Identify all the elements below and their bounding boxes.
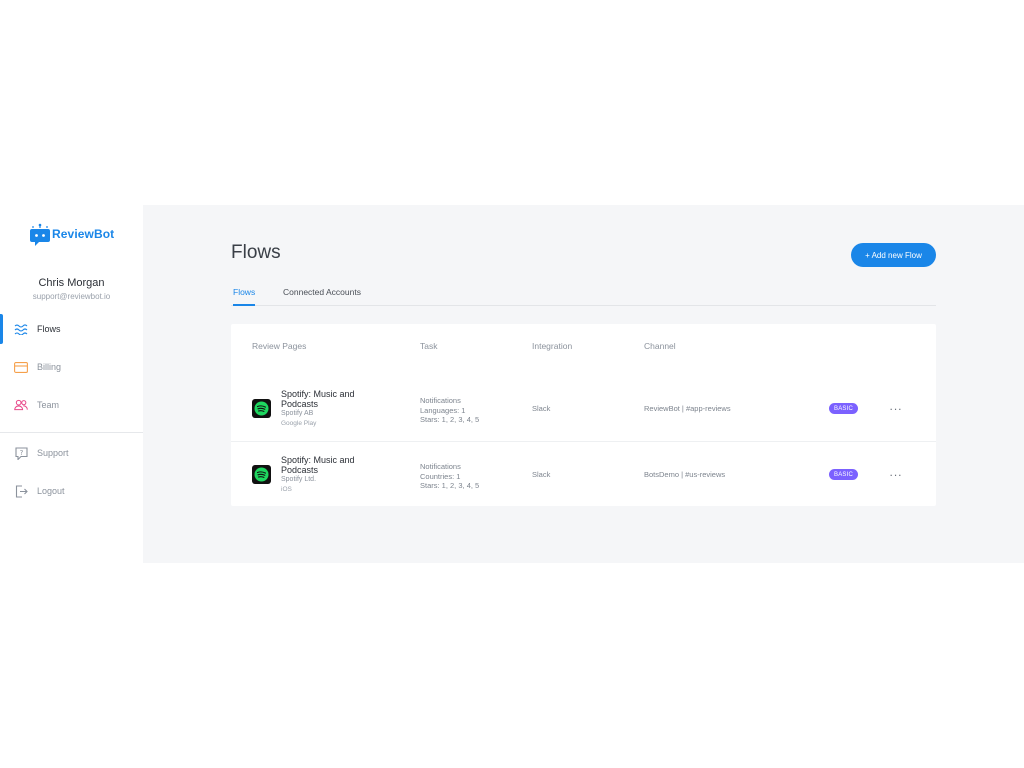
sidebar-item-label: Team: [37, 400, 60, 410]
task-stars: Stars: 1, 2, 3, 4, 5: [420, 481, 480, 490]
flows-icon: [14, 322, 28, 336]
page-title: Flows: [231, 242, 281, 263]
sidebar-item-label: Logout: [37, 486, 65, 496]
sidebar-item-support[interactable]: ? Support: [0, 438, 143, 468]
more-options-button[interactable]: ...: [887, 400, 905, 416]
task-type: Notifications: [420, 462, 461, 471]
plan-badge: BASIC: [829, 469, 859, 480]
team-icon: [14, 398, 28, 412]
logo[interactable]: ReviewBot: [30, 223, 115, 246]
app-store: Google Play: [281, 420, 317, 427]
sidebar-divider: [0, 432, 143, 433]
app-name: Spotify: Music and Podcasts: [281, 455, 355, 475]
integration: Slack: [532, 404, 551, 413]
task-details: Notifications Languages: 1 Stars: 1, 2, …: [420, 396, 479, 425]
column-header-integration: Integration: [532, 341, 573, 351]
app-developer: Spotify AB: [281, 410, 314, 417]
tab-connected-accounts[interactable]: Connected Accounts: [283, 287, 361, 306]
user-profile: Chris Morgan support@reviewbot.io: [0, 277, 143, 301]
user-name: Chris Morgan: [38, 277, 105, 289]
user-email: support@reviewbot.io: [32, 292, 111, 301]
logout-icon: [14, 484, 28, 498]
task-details: Notifications Countries: 1 Stars: 1, 2, …: [420, 462, 479, 491]
sidebar-item-team[interactable]: Team: [0, 390, 143, 420]
plan-badge: BASIC: [829, 403, 859, 414]
task-stars: Stars: 1, 2, 3, 4, 5: [420, 415, 480, 424]
reviewbot-logo-icon: [30, 223, 50, 246]
sidebar-item-logout[interactable]: Logout: [0, 476, 143, 506]
integration: Slack: [532, 470, 551, 479]
column-header-review-pages: Review Pages: [252, 341, 307, 351]
more-options-button[interactable]: ...: [887, 466, 905, 482]
column-header-channel: Channel: [644, 341, 676, 351]
app-developer: Spotify Ltd.: [281, 476, 317, 483]
app-name: Spotify: Music and Podcasts: [281, 389, 355, 409]
card-icon: [14, 360, 28, 374]
app-window: ReviewBot Chris Morgan support@reviewbot…: [0, 205, 1024, 563]
table-row[interactable]: Spotify: Music and Podcasts Spotify AB G…: [231, 376, 936, 441]
channel: BotsDemo | #us-reviews: [644, 470, 726, 479]
sidebar-item-billing[interactable]: Billing: [0, 352, 143, 382]
table-row[interactable]: Spotify: Music and Podcasts Spotify Ltd.…: [231, 441, 936, 506]
add-new-flow-button[interactable]: + Add new Flow: [851, 243, 936, 267]
main-content: Flows + Add new Flow Flows Connected Acc…: [143, 205, 1024, 563]
tab-bar: Flows Connected Accounts: [231, 282, 936, 306]
spotify-icon: [252, 399, 271, 418]
sidebar-item-label: Flows: [37, 324, 61, 334]
app-store: iOS: [281, 486, 292, 493]
task-type: Notifications: [420, 396, 461, 405]
spotify-icon: [252, 465, 271, 484]
brand-name: ReviewBot: [52, 227, 115, 241]
channel: ReviewBot | #app-reviews: [644, 404, 731, 413]
sidebar-item-flows[interactable]: Flows: [0, 314, 143, 344]
sidebar-item-label: Billing: [37, 362, 62, 372]
task-filter: Languages: 1: [420, 405, 466, 415]
svg-text:?: ?: [19, 449, 23, 457]
column-header-task: Task: [420, 341, 438, 351]
sidebar: ReviewBot Chris Morgan support@reviewbot…: [0, 205, 143, 563]
flows-table: Review Pages Task Integration Channel Sp…: [231, 324, 936, 506]
help-icon: ?: [14, 446, 28, 460]
tab-flows[interactable]: Flows: [233, 287, 256, 306]
sidebar-item-label: Support: [37, 448, 69, 458]
task-filter: Countries: 1: [420, 471, 461, 481]
